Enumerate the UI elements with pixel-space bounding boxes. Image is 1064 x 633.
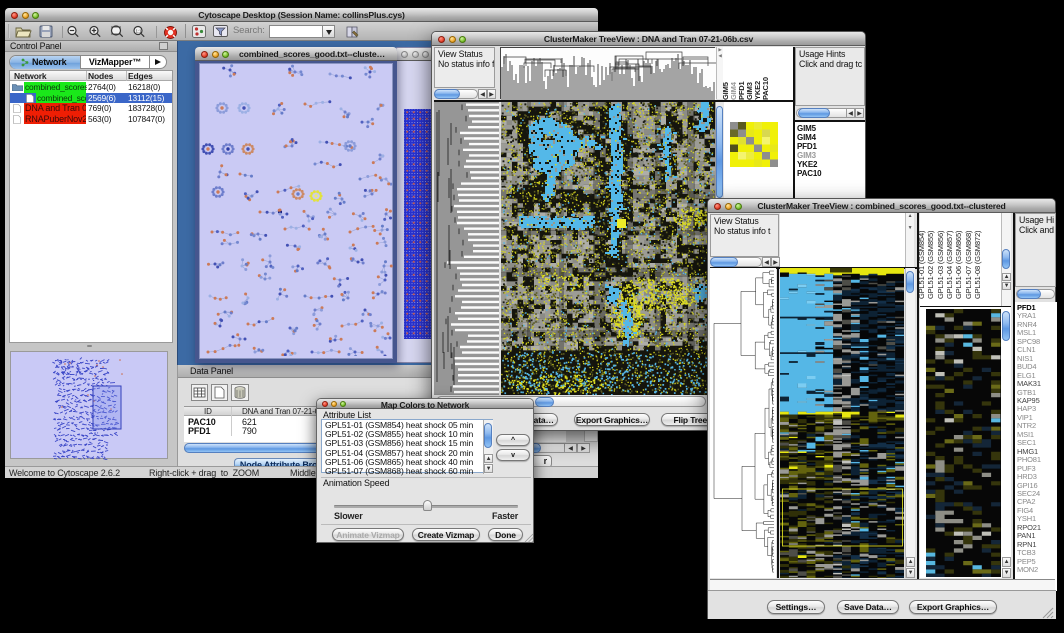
svg-text:1:1: 1:1 [136,29,142,34]
